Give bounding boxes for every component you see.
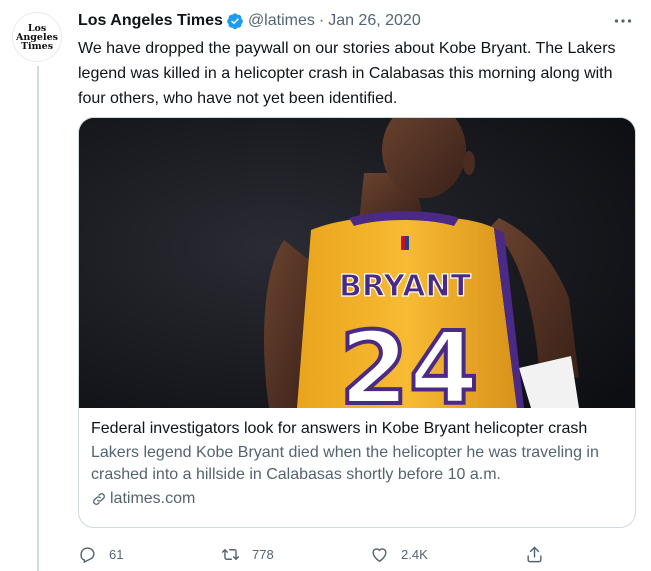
account-handle[interactable]: @latimes — [248, 12, 315, 30]
like-button[interactable]: 2.4K — [370, 545, 428, 564]
card-image: BRYANT 24 — [79, 118, 635, 408]
like-count: 2.4K — [401, 546, 428, 562]
tweet-header: Los Angeles Times @latimes · Jan 26, 202… — [78, 10, 636, 32]
tweet-text: We have dropped the paywall on our stori… — [78, 40, 616, 107]
avatar-logo: Los Angeles Times — [16, 23, 58, 52]
tweet-content: Los Angeles Times @latimes · Jan 26, 202… — [78, 10, 636, 563]
jersey-name: BRYANT — [339, 269, 472, 304]
card-photo: BRYANT 24 — [79, 118, 635, 408]
link-card[interactable]: BRYANT 24 Federal investigators look for… — [78, 117, 636, 528]
verified-badge-icon — [227, 13, 243, 30]
reply-button[interactable]: 61 — [78, 545, 123, 564]
jersey-number: 24 — [339, 310, 478, 408]
card-domain: latimes.com — [91, 488, 623, 510]
account-name[interactable]: Los Angeles Times — [78, 12, 223, 30]
tweet[interactable]: Los Angeles Times Los Angeles Times @lat… — [0, 0, 651, 571]
reply-count: 61 — [109, 546, 124, 562]
action-bar: 61 778 2.4K — [78, 542, 636, 566]
more-icon — [614, 19, 632, 23]
avatar-logo-line: Times — [20, 40, 54, 52]
link-icon — [93, 493, 105, 505]
retweet-icon — [221, 548, 240, 560]
card-description: Lakers legend Kobe Bryant died when the … — [91, 444, 599, 483]
more-button[interactable] — [612, 10, 634, 32]
thread-line — [37, 66, 39, 571]
heart-icon — [372, 547, 387, 562]
retweet-button[interactable]: 778 — [221, 545, 274, 564]
share-icon — [527, 546, 542, 562]
retweet-count: 778 — [252, 546, 274, 562]
avatar[interactable]: Los Angeles Times — [12, 12, 62, 62]
card-body: Federal investigators look for answers i… — [79, 408, 635, 510]
tweet-date[interactable]: Jan 26, 2020 — [328, 12, 421, 30]
share-button[interactable] — [525, 545, 544, 564]
separator: · — [318, 12, 325, 29]
card-domain-text: latimes.com — [110, 490, 196, 507]
card-title: Federal investigators look for answers i… — [91, 420, 588, 437]
reply-icon — [80, 546, 95, 563]
